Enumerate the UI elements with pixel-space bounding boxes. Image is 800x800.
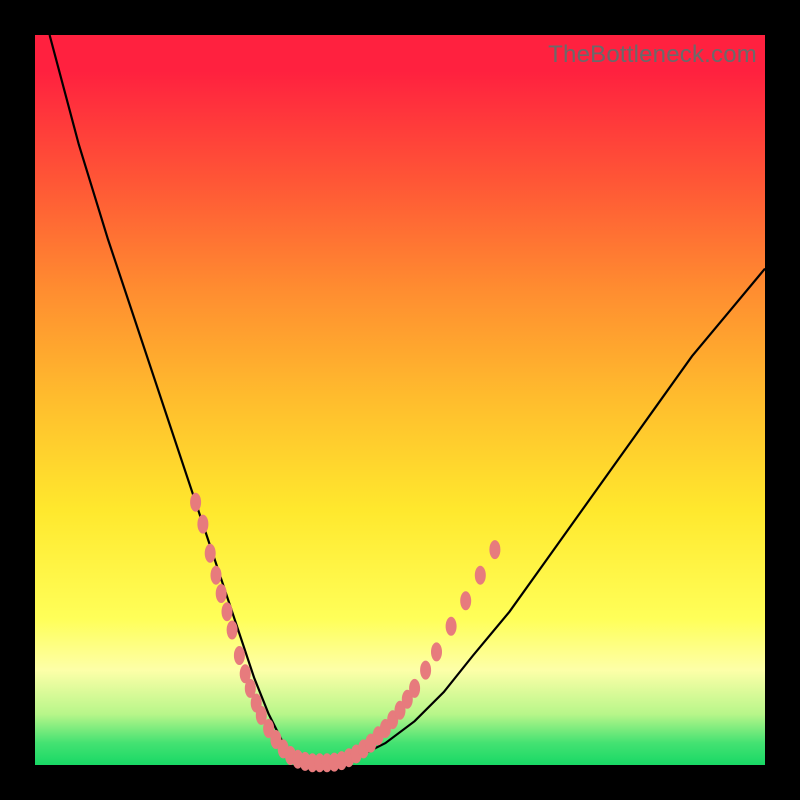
curve-marker: [420, 661, 431, 680]
curve-marker: [446, 617, 457, 636]
plot-area: TheBottleneck.com: [35, 35, 765, 765]
curve-marker: [205, 544, 216, 563]
main-curve: [50, 35, 765, 763]
curve-marker: [409, 679, 420, 698]
curve-marker: [211, 566, 222, 585]
curve-marker: [190, 493, 201, 512]
chart-frame: TheBottleneck.com: [0, 0, 800, 800]
curve-marker: [227, 621, 238, 640]
curve-marker: [475, 566, 486, 585]
curve-marker: [431, 642, 442, 661]
curve-marker: [216, 584, 227, 603]
marker-group: [190, 493, 500, 773]
curve-marker: [489, 540, 500, 559]
chart-svg: [35, 35, 765, 765]
curve-marker: [222, 602, 233, 621]
curve-marker: [197, 515, 208, 534]
curve-marker: [234, 646, 245, 665]
curve-marker: [460, 591, 471, 610]
